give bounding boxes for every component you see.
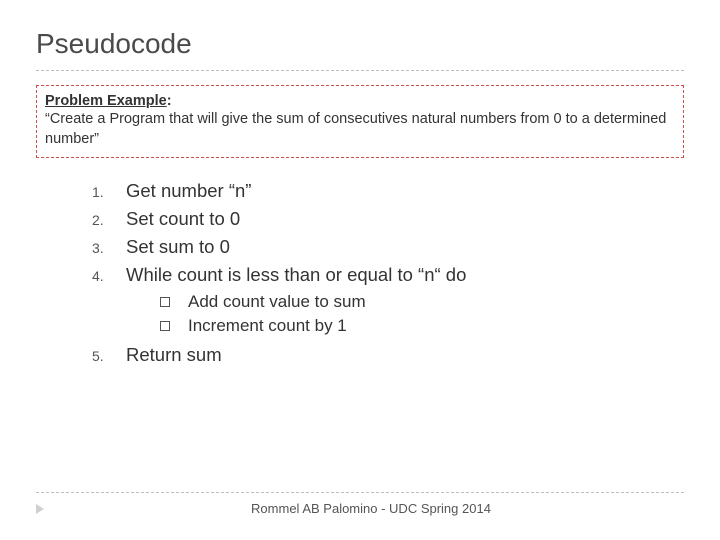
substep-text: Increment count by 1	[188, 316, 347, 336]
problem-label: Problem Example	[45, 93, 167, 109]
substep-item: Add count value to sum	[160, 292, 684, 312]
step-list-cont: 5. Return sum	[92, 344, 684, 366]
bullet-box-icon	[160, 297, 170, 307]
step-text: While count is less than or equal to “n“…	[126, 264, 466, 286]
problem-colon: :	[167, 93, 172, 109]
substep-item: Increment count by 1	[160, 316, 684, 336]
step-number: 1.	[92, 184, 126, 200]
footer: Rommel AB Palomino - UDC Spring 2014	[36, 492, 684, 516]
triangle-icon	[36, 504, 44, 514]
slide: Pseudocode Problem Example: “Create a Pr…	[0, 0, 720, 540]
step-item: 1. Get number “n”	[92, 180, 684, 202]
step-item: 4. While count is less than or equal to …	[92, 264, 684, 286]
bullet-box-icon	[160, 321, 170, 331]
step-text: Get number “n”	[126, 180, 251, 202]
footer-text: Rommel AB Palomino - UDC Spring 2014	[58, 501, 684, 516]
footer-divider	[36, 492, 684, 493]
step-item: 5. Return sum	[92, 344, 684, 366]
step-number: 4.	[92, 268, 126, 284]
step-number: 3.	[92, 240, 126, 256]
footer-row: Rommel AB Palomino - UDC Spring 2014	[36, 501, 684, 516]
problem-box: Problem Example: “Create a Program that …	[36, 85, 684, 158]
step-list: 1. Get number “n” 2. Set count to 0 3. S…	[92, 180, 684, 286]
problem-text: “Create a Program that will give the sum…	[45, 110, 675, 149]
step-text: Set count to 0	[126, 208, 240, 230]
slide-title: Pseudocode	[36, 28, 684, 60]
step-text: Set sum to 0	[126, 236, 230, 258]
step-item: 2. Set count to 0	[92, 208, 684, 230]
step-text: Return sum	[126, 344, 222, 366]
step-item: 3. Set sum to 0	[92, 236, 684, 258]
title-divider	[36, 70, 684, 71]
substep-text: Add count value to sum	[188, 292, 366, 312]
substep-list: Add count value to sum Increment count b…	[160, 292, 684, 336]
step-number: 5.	[92, 348, 126, 364]
step-number: 2.	[92, 212, 126, 228]
